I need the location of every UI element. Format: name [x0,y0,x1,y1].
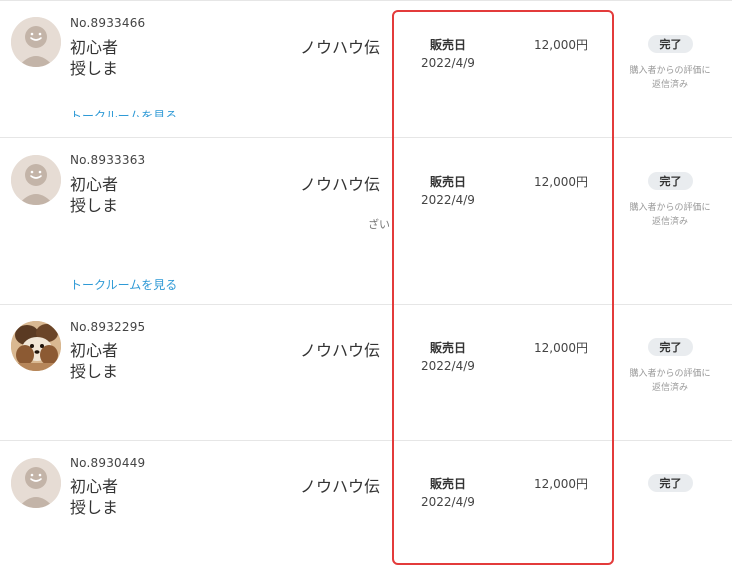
review-note-line1: 購入者からの評価に [629,369,711,379]
sale-date-label: 販売日 [430,477,467,491]
default-avatar-icon [11,155,61,205]
sale-date-label: 販売日 [430,175,467,189]
review-status-note: 購入者からの評価に 返信済み [620,64,720,92]
review-note-line2: 返信済み [651,80,688,90]
price: 12,000円 [534,477,588,491]
service-title-line2: 授しま [70,196,119,215]
order-number: No.8932295 [70,320,146,334]
order-number: No.8933363 [70,153,146,167]
dog-photo-avatar-icon [11,321,61,371]
review-status-note: 購入者からの評価に 返信済み [620,367,720,395]
review-note-line2: 返信済み [651,383,688,393]
default-avatar-icon [11,17,61,67]
status-badge: 完了 [648,172,693,190]
status-badge: 完了 [648,474,693,492]
buyer-avatar[interactable] [11,321,61,371]
talk-room-link[interactable]: トークルームを見る [70,107,177,117]
order-row: No.8933466 初心者 ノウハウ伝 授しま トークルームを見る 販売日 2… [0,0,732,138]
status-badge: 完了 [648,338,693,356]
order-number: No.8933466 [70,16,146,30]
sale-date-label: 販売日 [430,38,467,52]
service-title-line2: 授しま [70,498,119,517]
default-avatar-icon [11,458,61,508]
buyer-avatar[interactable] [11,155,61,205]
service-title-suffix: ノウハウ伝 [300,175,381,194]
service-title-suffix: ノウハウ伝 [300,477,381,496]
price: 12,000円 [534,341,588,355]
sale-date-label: 販売日 [430,341,467,355]
buyer-avatar[interactable] [11,458,61,508]
order-number: No.8930449 [70,456,146,470]
sale-date: 2022/4/9 [421,56,475,70]
service-title-suffix: ノウハウ伝 [300,341,381,360]
service-title-line2: 授しま [70,362,119,381]
sale-date: 2022/4/9 [421,359,475,373]
service-title-line2: 授しま [70,59,119,78]
price: 12,000円 [534,38,588,52]
service-title-suffix: ノウハウ伝 [300,38,381,57]
sale-date: 2022/4/9 [421,495,475,509]
status-badge: 完了 [648,35,693,53]
review-note-line2: 返信済み [651,217,688,227]
sale-date: 2022/4/9 [421,193,475,207]
order-row: No.8933363 初心者 ノウハウ伝 授しま ざい トークルームを見る 販売… [0,138,732,305]
price: 12,000円 [534,175,588,189]
clipped-text-fragment: ざい [368,218,390,231]
review-note-line1: 購入者からの評価に [629,66,711,76]
order-row: No.8932295 初心者 ノウハウ伝 授しま 販売日 2022/4/9 12… [0,305,732,441]
order-row: No.8930449 初心者 ノウハウ伝 授しま 販売日 2022/4/9 12… [0,441,732,577]
review-status-note: 購入者からの評価に 返信済み [620,201,720,229]
talk-room-link[interactable]: トークルームを見る [70,276,177,293]
review-note-line1: 購入者からの評価に [629,203,711,213]
buyer-avatar[interactable] [11,17,61,67]
